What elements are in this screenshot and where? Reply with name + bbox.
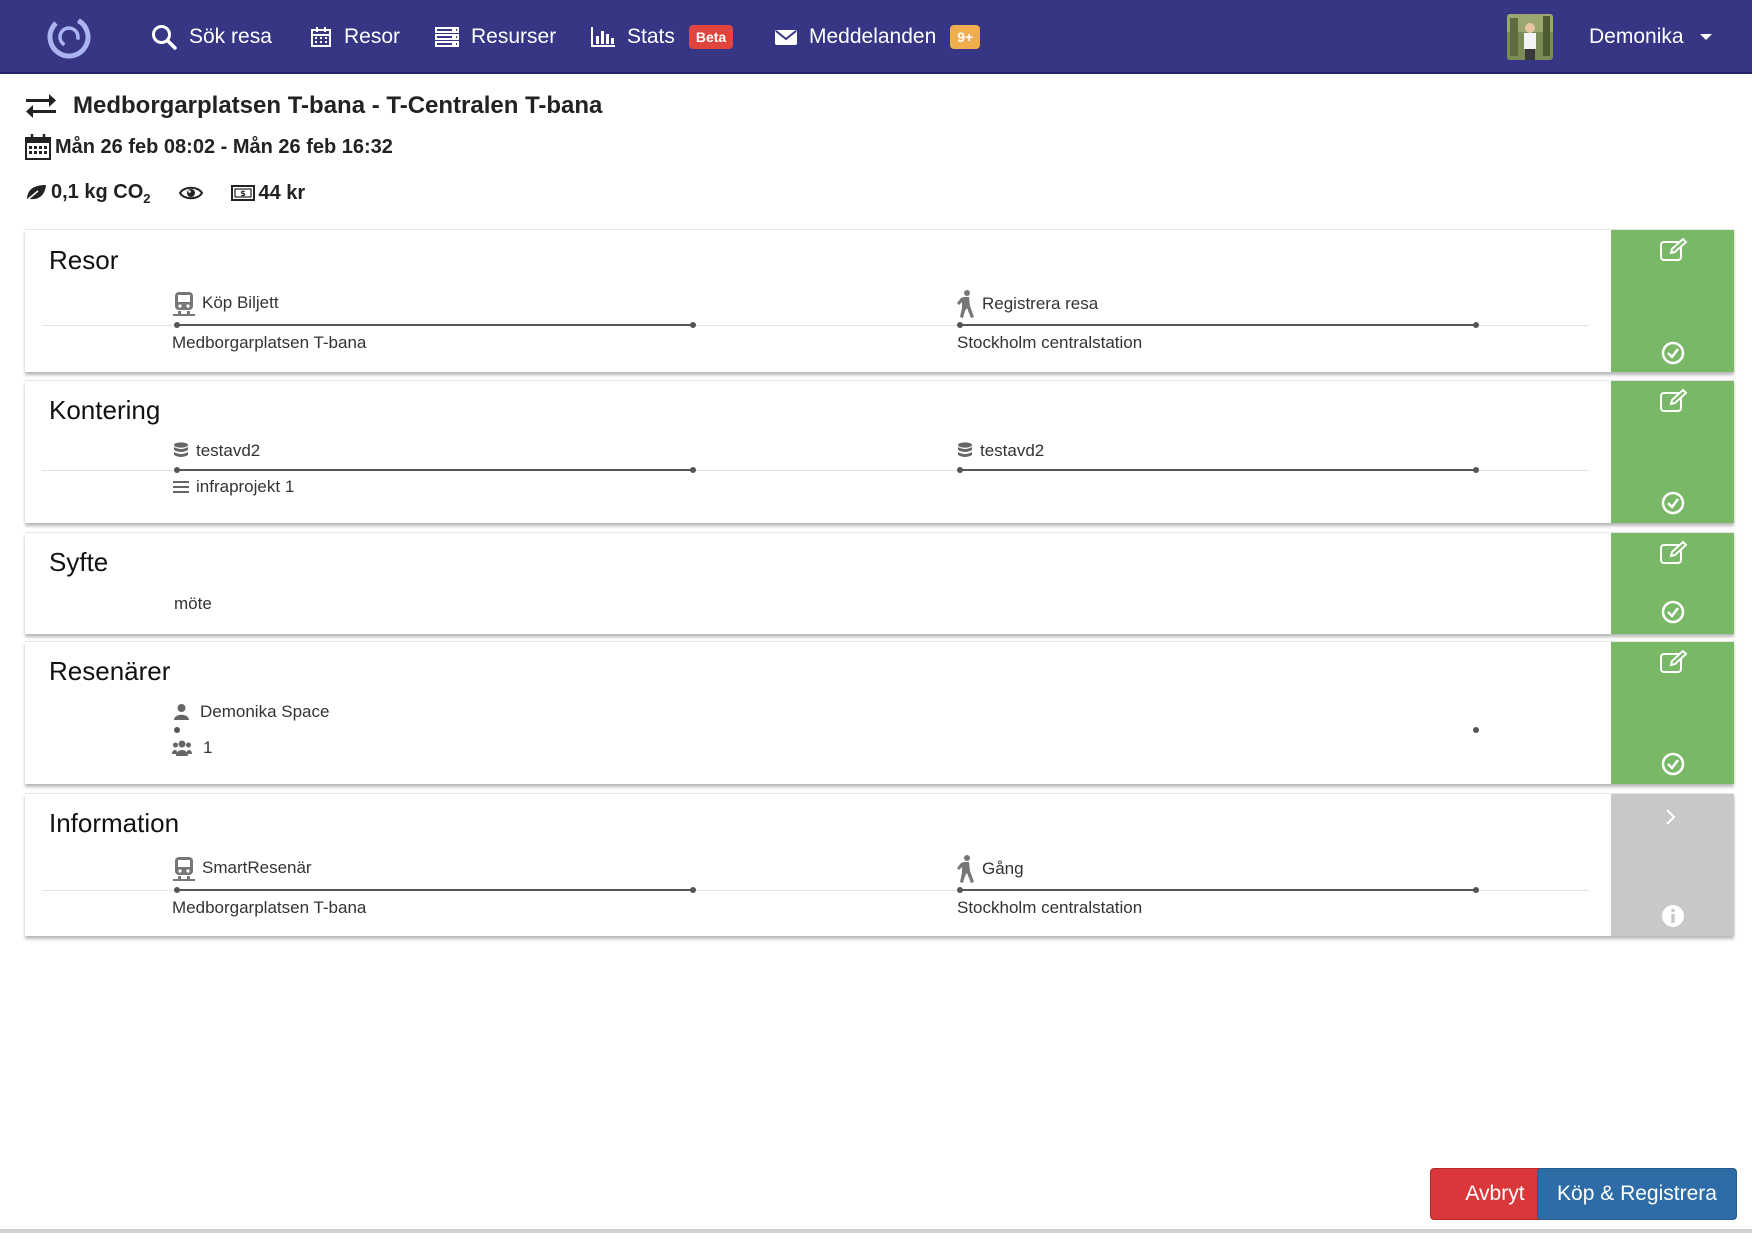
edit-icon[interactable] [1660, 238, 1688, 262]
trip-date-range: Mån 26 feb 08:02 - Mån 26 feb 16:32 [55, 135, 393, 158]
list-icon [173, 481, 189, 493]
server-icon [435, 27, 459, 47]
leg-origin: Medborgarplatsen T-bana [172, 898, 367, 917]
leaf-icon [25, 185, 46, 202]
footer-divider [0, 1229, 1752, 1233]
money-icon: $ [230, 185, 255, 201]
traveler-label: Demonika Space [174, 702, 329, 722]
leg-label: Köp Biljett [173, 290, 279, 316]
nav-trips[interactable]: Resor [310, 0, 400, 74]
user-menu[interactable]: Demonika [1589, 0, 1712, 74]
leg-origin: Medborgarplatsen T-bana [172, 333, 367, 352]
envelope-icon [775, 30, 797, 45]
caret-down-icon [1699, 34, 1712, 40]
check-circle-icon [1661, 341, 1685, 365]
section-status-panel [1611, 642, 1734, 784]
cost-center-label: testavd2 [173, 441, 260, 461]
trip-meta: 0,1 kg CO2 $ 44 kr [25, 178, 305, 208]
section-heading: Resor [49, 245, 119, 275]
leg-destination: Stockholm centralstation [957, 333, 1143, 352]
timeline-dot [1473, 727, 1479, 733]
beta-badge: Beta [688, 25, 734, 49]
nav-label: Resurser [471, 25, 557, 48]
check-circle-icon [1661, 491, 1685, 515]
section-resenarer: Resenärer Demonika Space 1 [25, 641, 1734, 784]
project-label: infraprojekt 1 [173, 477, 294, 497]
edit-icon[interactable] [1660, 389, 1688, 413]
cost-center-label: testavd2 [957, 441, 1044, 461]
traveler-count: 1 [172, 738, 212, 758]
leg-line [957, 322, 1479, 328]
co2-value: 0,1 kg CO2 [51, 180, 151, 206]
eye-icon[interactable] [178, 185, 203, 201]
user-icon [174, 704, 189, 720]
edit-icon[interactable] [1660, 650, 1688, 674]
nav-resources[interactable]: Resurser [435, 0, 556, 74]
trip-route: Medborgarplatsen T-bana - T-Centralen T-… [73, 92, 603, 119]
bar-chart-icon [591, 27, 615, 47]
leg-label: Registrera resa [957, 290, 1098, 318]
info-circle-icon [1662, 905, 1684, 927]
top-navbar: Sök resa Resor Resurser Stats Beta Medde… [0, 0, 1752, 74]
nav-stats[interactable]: Stats Beta [591, 0, 734, 74]
price-value: 44 kr [258, 181, 306, 204]
nav-search-trip[interactable]: Sök resa [151, 0, 272, 74]
exchange-icon [26, 94, 56, 118]
svg-text:$: $ [240, 189, 246, 198]
section-status-panel [1611, 381, 1734, 523]
nav-label: Sök resa [189, 25, 272, 48]
walk-icon [957, 290, 974, 318]
user-name-label: Demonika [1589, 25, 1684, 48]
messages-count-badge: 9+ [950, 25, 981, 49]
section-resor: Resor Köp Biljett Medborgarplatsen T-ban… [25, 229, 1734, 372]
section-heading: Resenärer [49, 656, 171, 686]
calendar-icon [311, 27, 331, 47]
trip-title: Medborgarplatsen T-bana - T-Centralen T-… [25, 90, 602, 122]
leg-label: SmartResenär [173, 855, 312, 881]
walk-icon [957, 855, 974, 883]
chevron-right-icon[interactable] [1665, 808, 1677, 826]
leg-label: Gång [957, 855, 1024, 883]
nav-label: Resor [344, 25, 401, 48]
purpose-value: möte [174, 594, 212, 613]
buy-register-button[interactable]: Köp & Registrera [1537, 1168, 1737, 1220]
check-circle-icon [1661, 600, 1685, 624]
database-icon [174, 442, 188, 457]
calendar-icon [25, 134, 51, 160]
section-kontering: Kontering testavd2 infraprojekt 1 testav… [25, 380, 1734, 523]
train-icon [173, 857, 195, 881]
users-icon [172, 740, 192, 756]
section-status-panel [1611, 230, 1734, 372]
leg-line [174, 467, 696, 473]
leg-line [957, 887, 1479, 893]
section-syfte: Syfte möte [25, 532, 1734, 634]
section-heading: Syfte [49, 547, 109, 577]
section-heading: Information [49, 808, 180, 838]
app-logo-icon[interactable] [46, 14, 92, 60]
leg-line [174, 887, 696, 893]
section-heading: Kontering [49, 395, 161, 425]
section-status-panel[interactable] [1611, 794, 1734, 936]
user-avatar[interactable] [1507, 14, 1553, 60]
edit-icon[interactable] [1660, 541, 1688, 565]
database-icon [958, 442, 972, 457]
leg-line [174, 322, 696, 328]
nav-label: Stats [627, 25, 675, 48]
check-circle-icon [1661, 752, 1685, 776]
section-information: Information SmartResenär Medborgarplatse… [25, 793, 1734, 936]
leg-destination: Stockholm centralstation [957, 898, 1143, 917]
timeline-dot [174, 727, 180, 733]
nav-messages[interactable]: Meddelanden 9+ [775, 0, 981, 74]
leg-line [957, 467, 1479, 473]
search-icon [152, 25, 177, 50]
trip-dates: Mån 26 feb 08:02 - Mån 26 feb 16:32 [25, 132, 393, 162]
train-icon [173, 292, 195, 316]
nav-label: Meddelanden [809, 25, 937, 48]
section-status-panel [1611, 533, 1734, 634]
